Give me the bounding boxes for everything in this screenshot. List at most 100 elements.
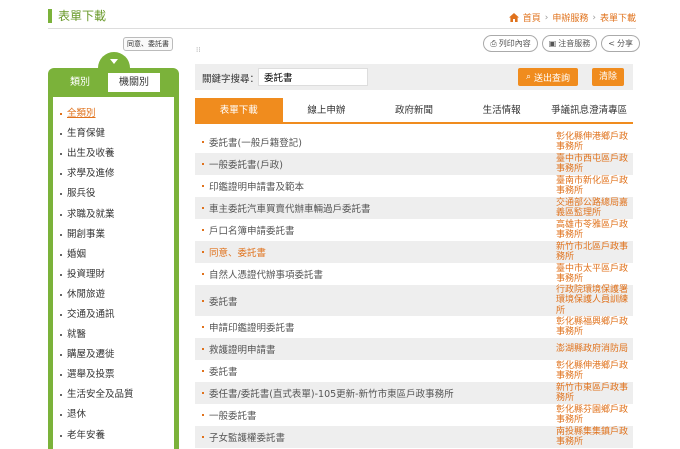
phonetic-button[interactable]: ▣ 注音服務 [541,35,598,52]
phonetic-label: 注音服務 [558,39,591,48]
tab-item[interactable]: 線上申辦 [283,98,371,122]
agency-link[interactable]: 臺南市新化區戶政事務所 [556,176,633,197]
sidebar-item-label: 生育保健 [67,128,106,140]
sidebar-item[interactable]: 求職及就業 [60,204,134,224]
bullet-icon [202,251,204,253]
bullet-icon [60,313,62,316]
sidebar-item-label: 開創事業 [67,228,106,240]
tab-category[interactable]: 類別 [53,72,107,93]
search-input[interactable] [258,68,368,86]
breadcrumb-section[interactable]: 申辦服務 [552,11,588,24]
tab-item[interactable]: 爭議訊息澄清專區 [545,98,633,122]
category-tag: 同意、委託書 [123,37,173,51]
home-icon[interactable] [508,13,519,22]
bullet-icon [202,348,204,350]
page-title: 表單下載 [58,9,107,23]
bullet-icon [202,163,204,165]
sidebar-item[interactable]: 退休 [60,405,134,425]
sidebar-item[interactable]: 開創事業 [60,225,134,245]
form-link[interactable]: 印鑑證明申請書及範本 [209,179,556,193]
search-submit-button[interactable]: ⌕ 送出查詢 [518,68,578,86]
chevron-right-icon: › [592,12,596,23]
print-label: 列印內容 [498,39,531,48]
sidebar-item[interactable]: 投資理財 [60,265,134,285]
form-link[interactable]: 委任書/委託書(直式表單)-105更新-新竹市東區戶政事務所 [209,386,556,400]
breadcrumb-current: 表單下載 [599,14,636,24]
sidebar-item-label: 退休 [67,409,87,421]
table-row: 委任書/委託書(直式表單)-105更新-新竹市東區戶政事務所 新竹市東區戶政事務所 [195,382,633,404]
bullet-icon [60,133,62,136]
sidebar-item[interactable]: 生育保健 [60,124,134,144]
form-link[interactable]: 委託書 [209,294,556,308]
agency-link[interactable]: 臺中市太平區戶政事務所 [556,264,633,285]
header: 表單下載 首頁 › 申辦服務 › 表單下載 [0,0,680,30]
form-link[interactable]: 車主委託汽車買賣代辦車輛過戶委託書 [209,201,556,215]
share-button[interactable]: < 分享 [601,35,640,52]
sidebar-item[interactable]: 休閒旅遊 [60,285,134,305]
sidebar-item-label: 婚姻 [67,248,87,260]
sidebar-item-label: 生活安全及品質 [67,389,134,401]
agency-link[interactable]: 彰化縣伸港鄉戶政事務所 [556,132,633,153]
form-link[interactable]: 委託書 [209,364,556,378]
tab-agency[interactable]: 機關別 [107,72,161,93]
sidebar-item[interactable]: 出生及收養 [60,144,134,164]
search-bar: 關鍵字搜尋： ⌕送出查詢 清除 [195,64,633,90]
bullet-icon [60,434,62,437]
bullet-icon [60,273,62,276]
agency-link[interactable]: 臺中市西屯區戶政事務所 [556,154,633,175]
search-label: 關鍵字搜尋： [202,74,260,85]
table-row: 自然人憑證代辦事項委託書 臺中市太平區戶政事務所 [195,263,633,285]
agency-link[interactable]: 高雄市苓雅區戶政事務所 [556,220,633,241]
tab-item[interactable]: 政府新聞 [370,98,458,122]
sidebar-item[interactable]: 婚姻 [60,245,134,265]
form-link[interactable]: 申請印鑑證明委託書 [209,320,556,334]
sidebar-item-label: 出生及收養 [67,148,115,160]
print-button[interactable]: ⎙ 列印內容 [483,35,538,52]
form-link[interactable]: 委託書(一般戶籍登記) [209,135,556,149]
bullet-icon [202,141,204,143]
agency-link[interactable]: 交通部公路總局嘉義區監理所 [556,198,633,219]
clear-button[interactable]: 清除 [592,68,624,86]
form-link[interactable]: 戶口名簿申請委託書 [209,223,556,237]
table-row: 救護證明申請書 澎湖縣政府消防局 [195,338,633,360]
sidebar-item[interactable]: 求學及進修 [60,164,134,184]
form-link[interactable]: 子女監護權委託書 [209,430,556,444]
bullet-icon [60,173,62,176]
sidebar-item-label: 求職及就業 [67,208,115,220]
sidebar-item-label: 交通及通訊 [67,308,115,320]
sidebar-item[interactable]: 交通及通訊 [60,305,134,325]
sidebar-item-label: 投資理財 [67,268,106,280]
form-link[interactable]: 同意、委託書 [209,245,556,259]
form-link[interactable]: 自然人憑證代辦事項委託書 [209,267,556,281]
table-row: 子女監護權委託書 南投縣集集鎮戶政事務所 [195,426,633,448]
agency-link[interactable]: 行政院環境保護署環境保護人員訓練所 [556,285,633,317]
sidebar-item[interactable]: 老年安養 [60,426,134,446]
sidebar-item[interactable]: 服兵役 [60,184,134,204]
bullet-icon [60,253,62,256]
breadcrumb-home[interactable]: 首頁 [523,11,541,24]
results-list: 委託書(一般戶籍登記) 彰化縣伸港鄉戶政事務所 一般委託書(戶政) 臺中市西屯區戶政事… [195,131,633,448]
phonetic-icon: ▣ [548,39,557,48]
agency-link[interactable]: 彰化縣伸港鄉戶政事務所 [556,361,633,382]
agency-link[interactable]: 澎湖縣政府消防局 [556,344,633,355]
form-link[interactable]: 一般委託書 [209,408,556,422]
tab-item[interactable]: 生活情報 [458,98,546,122]
sidebar-item[interactable]: 全類別 [60,104,134,124]
sidebar-item-label: 選舉及投票 [67,369,115,381]
table-row: 委託書 彰化縣伸港鄉戶政事務所 [195,360,633,382]
bullet-icon [202,185,204,187]
sidebar-item[interactable]: 生活安全及品質 [60,385,134,405]
table-row: 一般委託書 彰化縣芬園鄉戶政事務所 [195,404,633,426]
sidebar-item[interactable]: 就醫 [60,325,134,345]
form-link[interactable]: 救護證明申請書 [209,342,556,356]
agency-link[interactable]: 新竹市東區戶政事務所 [556,383,633,404]
drag-handle-icon: ⁞⁞ [196,46,201,54]
sidebar-item[interactable]: 選舉及投票 [60,365,134,385]
form-link[interactable]: 一般委託書(戶政) [209,157,556,171]
agency-link[interactable]: 新竹市北區戶政事務所 [556,242,633,263]
sidebar-item[interactable]: 購屋及遷徙 [60,345,134,365]
tab-item[interactable]: 表單下載 [195,98,283,122]
agency-link[interactable]: 南投縣集集鎮戶政事務所 [556,427,633,448]
agency-link[interactable]: 彰化縣芬園鄉戶政事務所 [556,405,633,426]
agency-link[interactable]: 彰化縣福興鄉戶政事務所 [556,317,633,338]
